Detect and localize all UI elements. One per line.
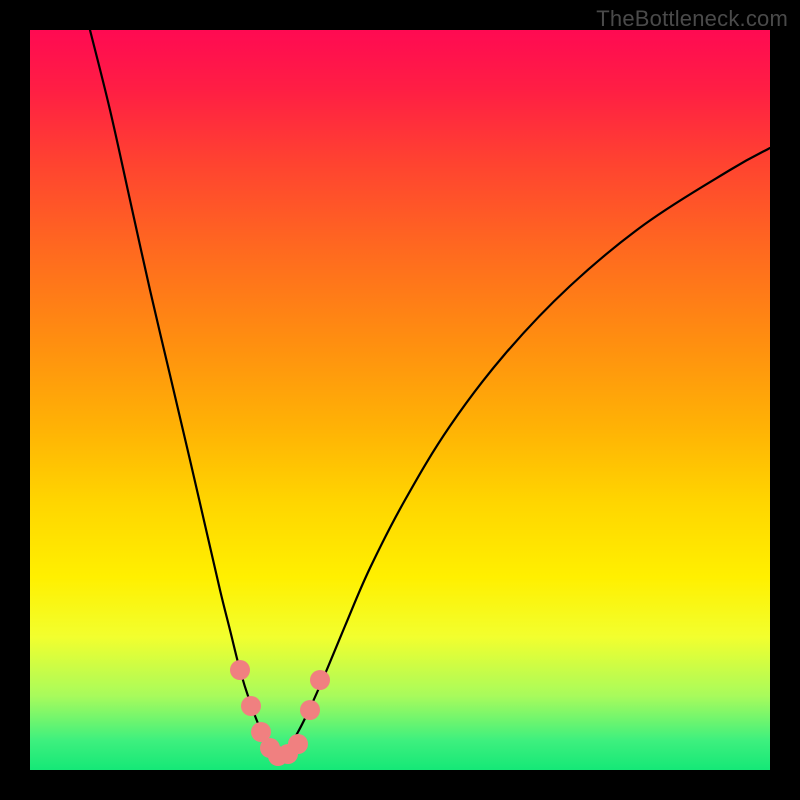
chart-frame: TheBottleneck.com xyxy=(0,0,800,800)
curve-left-branch xyxy=(90,30,278,756)
watermark-text: TheBottleneck.com xyxy=(596,6,788,32)
data-marker xyxy=(288,734,308,754)
curve-right-branch xyxy=(278,148,770,756)
chart-svg xyxy=(30,30,770,770)
chart-plot-area xyxy=(30,30,770,770)
curve-markers xyxy=(230,660,330,766)
data-marker xyxy=(310,670,330,690)
data-marker xyxy=(300,700,320,720)
data-marker xyxy=(241,696,261,716)
data-marker xyxy=(230,660,250,680)
